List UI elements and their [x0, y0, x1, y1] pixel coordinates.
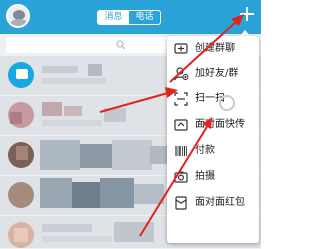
camera-icon [174, 171, 188, 183]
payment-icon [175, 146, 187, 156]
list-item-avatar [8, 182, 34, 208]
menu-item-label: 拍摄 [195, 171, 215, 182]
group-chat-icon [174, 43, 188, 54]
add-friend-icon [174, 67, 189, 81]
menu-item-payment[interactable]: 付款 [167, 140, 259, 163]
plus-dropdown-menu: 创建群聊 加好友/群 扫一扫 面对面快传 付款 拍摄 面对面红包 [167, 36, 259, 243]
menu-item-label: 加好友/群 [195, 68, 239, 79]
menu-item-scan[interactable]: 扫一扫 [167, 88, 259, 111]
face-transfer-icon [174, 119, 188, 131]
top-bar: 消息 电话 [0, 0, 261, 34]
avatar[interactable] [6, 4, 30, 28]
tab-switcher: 消息 电话 [97, 10, 161, 25]
avatar-body [10, 19, 28, 26]
menu-item-label: 面对面红包 [195, 197, 245, 208]
menu-item-label: 付款 [195, 145, 215, 156]
menu-item-camera[interactable]: 拍摄 [167, 166, 259, 189]
tab-messages[interactable]: 消息 [98, 11, 129, 24]
menu-item-face-transfer[interactable]: 面对面快传 [167, 114, 259, 137]
qq-messages-screen: 消息 电话 创建群聊 加好友/群 扫一扫 面对面快传 付款 拍摄 面对面红包 [0, 0, 261, 249]
menu-item-create-group[interactable]: 创建群聊 [167, 38, 259, 61]
menu-item-label: 创建群聊 [195, 43, 235, 54]
scan-icon [174, 92, 188, 106]
tab-phone[interactable]: 电话 [129, 11, 160, 24]
red-envelope-icon [175, 196, 187, 210]
touch-indicator [219, 95, 235, 111]
search-icon [116, 40, 126, 50]
plus-icon[interactable] [239, 6, 255, 22]
menu-item-label: 面对面快传 [195, 119, 245, 130]
menu-item-add-friend[interactable]: 加好友/群 [167, 63, 259, 86]
menu-item-red-envelope[interactable]: 面对面红包 [167, 192, 259, 215]
